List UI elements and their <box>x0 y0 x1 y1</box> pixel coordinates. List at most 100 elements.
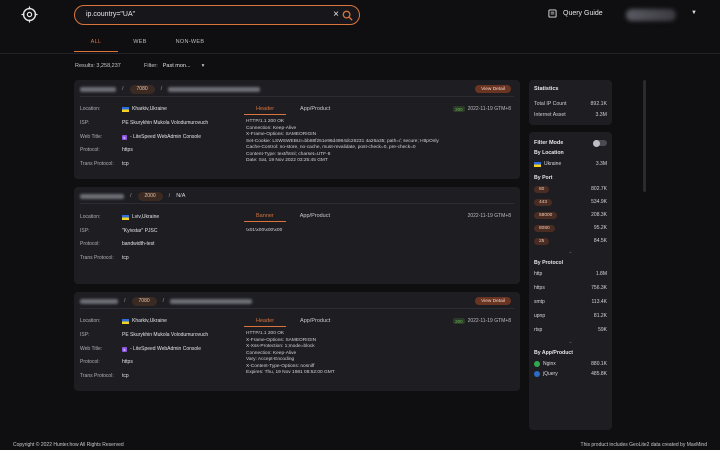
time-filter[interactable]: Filter: Past mon... ▾ <box>144 63 204 69</box>
isp-value[interactable]: PE Skurykhin Mukola Volodumurovuch <box>122 332 208 338</box>
tab-non-web[interactable]: NON-WEB <box>162 36 218 52</box>
tab-app-product[interactable]: App/Product <box>298 213 332 222</box>
ukraine-flag-icon <box>122 106 129 112</box>
tab-header[interactable]: Header <box>244 106 287 115</box>
by-port-title: By Port <box>534 175 553 181</box>
port-facet[interactable]: 25 84.5K <box>534 236 607 246</box>
filter-select[interactable]: Past mon... <box>163 63 191 69</box>
tab-all[interactable]: ALL <box>74 36 118 52</box>
jquery-icon <box>534 371 540 377</box>
by-protocol-title: By Protocol <box>534 260 564 266</box>
isp-label: ISP: <box>80 228 90 234</box>
port-facet[interactable]: 80 802.7K <box>534 184 607 194</box>
chevron-down-icon[interactable]: ▼ <box>691 10 697 16</box>
tab-header[interactable]: Header <box>244 318 287 327</box>
port-pill[interactable]: 7080 <box>131 296 157 306</box>
hostname[interactable] <box>170 298 253 304</box>
chevron-down-icon[interactable]: ▾ <box>202 63 205 69</box>
query-guide-link[interactable]: Query Guide <box>548 9 603 18</box>
isp-label: ISP: <box>80 120 90 126</box>
search-input[interactable]: ip.country="UA" <box>86 11 135 18</box>
card-header: / 7080 / <box>80 83 261 95</box>
filter-mode-toggle[interactable] <box>593 139 607 147</box>
view-detail-button[interactable]: View Detail <box>475 85 511 93</box>
protocol-facet[interactable]: rtsp 59K <box>534 325 607 335</box>
by-app-title: By App/Product <box>534 350 574 356</box>
tab-banner[interactable]: Banner <box>244 213 286 222</box>
location-label: Location: <box>80 214 101 220</box>
isp-value[interactable]: PE Skurykhin Mukola Volodumurovuch <box>122 120 208 126</box>
filter-panel: Filter Mode By Location Ukraine 3.3M By … <box>529 132 612 430</box>
hunter-logo-icon[interactable] <box>21 6 38 23</box>
page-scrollbar[interactable] <box>643 80 646 192</box>
isp-value[interactable]: "Kyivstar" PJSC <box>122 228 158 234</box>
status-code-badge: 200 <box>453 106 465 112</box>
port-facet[interactable]: 8080 95.2K <box>534 223 607 233</box>
protocol-facet[interactable]: https 756.3K <box>534 283 607 293</box>
timestamp: 2022-11-19 GTM+8 <box>467 213 511 219</box>
clear-icon[interactable]: × <box>333 9 339 21</box>
footer-copyright: Copyright © 2022 Hunter.how All Rights R… <box>13 442 124 448</box>
ip-address[interactable] <box>80 193 124 199</box>
result-card: / 7080 / View Detail Location: Kharkiv,U… <box>74 80 520 179</box>
search-icon[interactable] <box>342 10 353 21</box>
location-value[interactable]: Kharkiv,Ukraine <box>122 318 167 324</box>
port-pill[interactable]: 7080 <box>129 84 155 94</box>
tab-app-product[interactable]: App/Product <box>298 106 332 115</box>
internet-asset-label: Internet Asset <box>534 112 566 118</box>
tab-divider <box>0 53 720 54</box>
result-card: / 2000 / N/A Location: Lviv,Ukraine ISP:… <box>74 187 520 284</box>
ukraine-flag-icon <box>122 214 129 220</box>
port-pill[interactable]: 2000 <box>137 191 163 201</box>
port-facet[interactable]: 58000 208.3K <box>534 210 607 220</box>
tab-app-product[interactable]: App/Product <box>298 318 332 327</box>
search-bar[interactable]: ip.country="UA" × <box>74 5 360 25</box>
internet-asset-value: 3.3M <box>595 112 607 118</box>
location-facet[interactable]: Ukraine 3.3M <box>534 159 607 169</box>
location-value[interactable]: Kharkiv,Ukraine <box>122 106 167 112</box>
web-title-label: Web Title: <box>80 134 103 140</box>
result-card: / 7080 / View Detail Location: Kharkiv,U… <box>74 292 520 391</box>
location-label: Location: <box>80 318 101 324</box>
web-title-label: Web Title: <box>80 346 103 352</box>
ip-address[interactable] <box>80 298 118 304</box>
content-tabs: Header App/Product <box>244 106 332 115</box>
result-tabs: ALL WEB NON-WEB <box>74 36 218 52</box>
app-facet[interactable]: jQuery 485.8K <box>534 369 607 379</box>
protocol-value[interactable]: https <box>122 147 133 153</box>
protocol-label: Protocol: <box>80 241 100 247</box>
query-guide-label: Query Guide <box>563 10 603 17</box>
web-title-value[interactable]: k- LiteSpeed WebAdmin Console <box>122 134 201 140</box>
ukraine-flag-icon <box>534 161 541 167</box>
protocol-facet[interactable]: upnp 81.2K <box>534 311 607 321</box>
trans-protocol-label: Trans Protocol: <box>80 255 114 261</box>
protocol-facet[interactable]: http 1.8M <box>534 269 607 279</box>
app-facet[interactable]: Nginx 880.1K <box>534 359 607 369</box>
user-avatar[interactable] <box>626 9 676 21</box>
card-header: / 2000 / N/A <box>80 190 185 202</box>
show-more-protocols-icon[interactable]: ⌄ <box>534 339 607 345</box>
port-facet[interactable]: 443 534.9K <box>534 197 607 207</box>
show-more-ports-icon[interactable]: ⌄ <box>534 249 607 255</box>
trans-protocol-value[interactable]: tcp <box>122 373 129 379</box>
ukraine-flag-icon <box>122 318 129 324</box>
protocol-value[interactable]: https <box>122 359 133 365</box>
ip-address[interactable] <box>80 86 116 92</box>
banner-text: HTTP/1.1 200 OK X-Frame-Options: SAMEORI… <box>246 331 335 375</box>
hostname[interactable] <box>168 86 261 92</box>
timestamp: 200 2022-11-19 GTM+8 <box>453 318 511 324</box>
protocol-value[interactable]: bandwidth-test <box>122 241 155 247</box>
litespeed-icon: k <box>122 346 127 352</box>
trans-protocol-label: Trans Protocol: <box>80 161 114 167</box>
filter-label: Filter: <box>144 63 158 69</box>
view-detail-button[interactable]: View Detail <box>475 297 511 305</box>
banner-text: HTTP/1.1 200 OK Connection: Keep-Alive X… <box>246 119 439 163</box>
tab-web[interactable]: WEB <box>118 36 162 52</box>
trans-protocol-value[interactable]: tcp <box>122 161 129 167</box>
trans-protocol-value[interactable]: tcp <box>122 255 129 261</box>
location-value[interactable]: Lviv,Ukraine <box>122 214 159 220</box>
web-title-value[interactable]: k- LiteSpeed WebAdmin Console <box>122 346 201 352</box>
content-tabs: Banner App/Product <box>244 213 332 222</box>
protocol-facet[interactable]: smtp 113.4K <box>534 297 607 307</box>
port-name: N/A <box>176 193 186 199</box>
